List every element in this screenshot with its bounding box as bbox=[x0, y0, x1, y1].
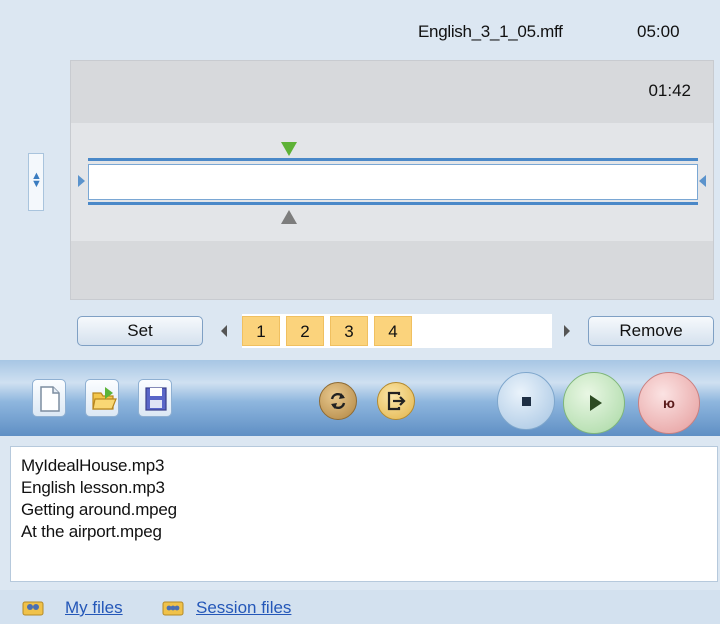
bookmark-4[interactable]: 4 bbox=[374, 316, 412, 346]
record-button[interactable]: ю bbox=[638, 372, 700, 434]
exit-button[interactable] bbox=[377, 382, 415, 420]
save-icon bbox=[145, 387, 167, 411]
new-file-icon bbox=[40, 386, 60, 412]
bookmark-2[interactable]: 2 bbox=[286, 316, 324, 346]
list-item[interactable]: Getting around.mpeg bbox=[21, 499, 717, 521]
bookmark-3[interactable]: 3 bbox=[330, 316, 368, 346]
my-files-link[interactable]: My files bbox=[65, 598, 123, 618]
bookmark-prev-icon[interactable] bbox=[221, 325, 227, 337]
set-button[interactable]: Set bbox=[77, 316, 203, 346]
player-window: English_3_1_05.mff 05:00 01:42 ▲ ▼ Set 1 … bbox=[0, 0, 720, 624]
list-item[interactable]: English lesson.mp3 bbox=[21, 477, 717, 499]
open-folder-icon bbox=[92, 387, 117, 410]
session-files-link[interactable]: Session files bbox=[196, 598, 291, 618]
play-icon bbox=[564, 373, 624, 433]
zoom-spinner[interactable]: ▲ ▼ bbox=[28, 153, 44, 211]
bookmark-next-icon[interactable] bbox=[564, 325, 570, 337]
bookmark-strip: 1 2 3 4 bbox=[242, 314, 552, 348]
record-icon: ю bbox=[639, 373, 699, 433]
audio-track[interactable] bbox=[88, 158, 698, 206]
track-top-line bbox=[88, 158, 698, 161]
loop-icon bbox=[320, 383, 356, 419]
list-item[interactable]: MyIdealHouse.mp3 bbox=[21, 455, 717, 477]
current-time: 01:42 bbox=[648, 81, 691, 100]
track-start-handle[interactable] bbox=[78, 175, 85, 187]
play-button[interactable] bbox=[563, 372, 625, 434]
stop-button[interactable] bbox=[497, 372, 555, 430]
end-marker-icon[interactable] bbox=[281, 210, 297, 224]
list-item[interactable]: At the airport.mpeg bbox=[21, 521, 717, 543]
open-button[interactable] bbox=[85, 379, 119, 417]
spinner-arrows-icon: ▲ ▼ bbox=[31, 170, 42, 190]
stop-icon bbox=[498, 373, 554, 429]
loop-button[interactable] bbox=[319, 382, 357, 420]
file-name: English_3_1_05.mff bbox=[418, 22, 563, 41]
record-label: ю bbox=[663, 395, 675, 411]
bookmark-1[interactable]: 1 bbox=[242, 316, 280, 346]
track-bottom-line bbox=[88, 202, 698, 205]
track-area[interactable] bbox=[88, 164, 698, 200]
session-folder-icon bbox=[162, 601, 184, 616]
file-list[interactable]: MyIdealHouse.mp3 English lesson.mp3 Gett… bbox=[10, 446, 718, 582]
save-button[interactable] bbox=[138, 379, 172, 417]
track-end-handle[interactable] bbox=[699, 175, 706, 187]
remove-button[interactable]: Remove bbox=[588, 316, 714, 346]
footer-bar: My files Session files bbox=[0, 590, 720, 624]
users-icon bbox=[22, 601, 44, 616]
new-file-button[interactable] bbox=[32, 379, 66, 417]
file-list-items: MyIdealHouse.mp3 English lesson.mp3 Gett… bbox=[11, 447, 717, 543]
exit-icon bbox=[378, 383, 414, 419]
start-marker-icon[interactable] bbox=[281, 142, 297, 156]
total-duration: 05:00 bbox=[637, 22, 680, 41]
